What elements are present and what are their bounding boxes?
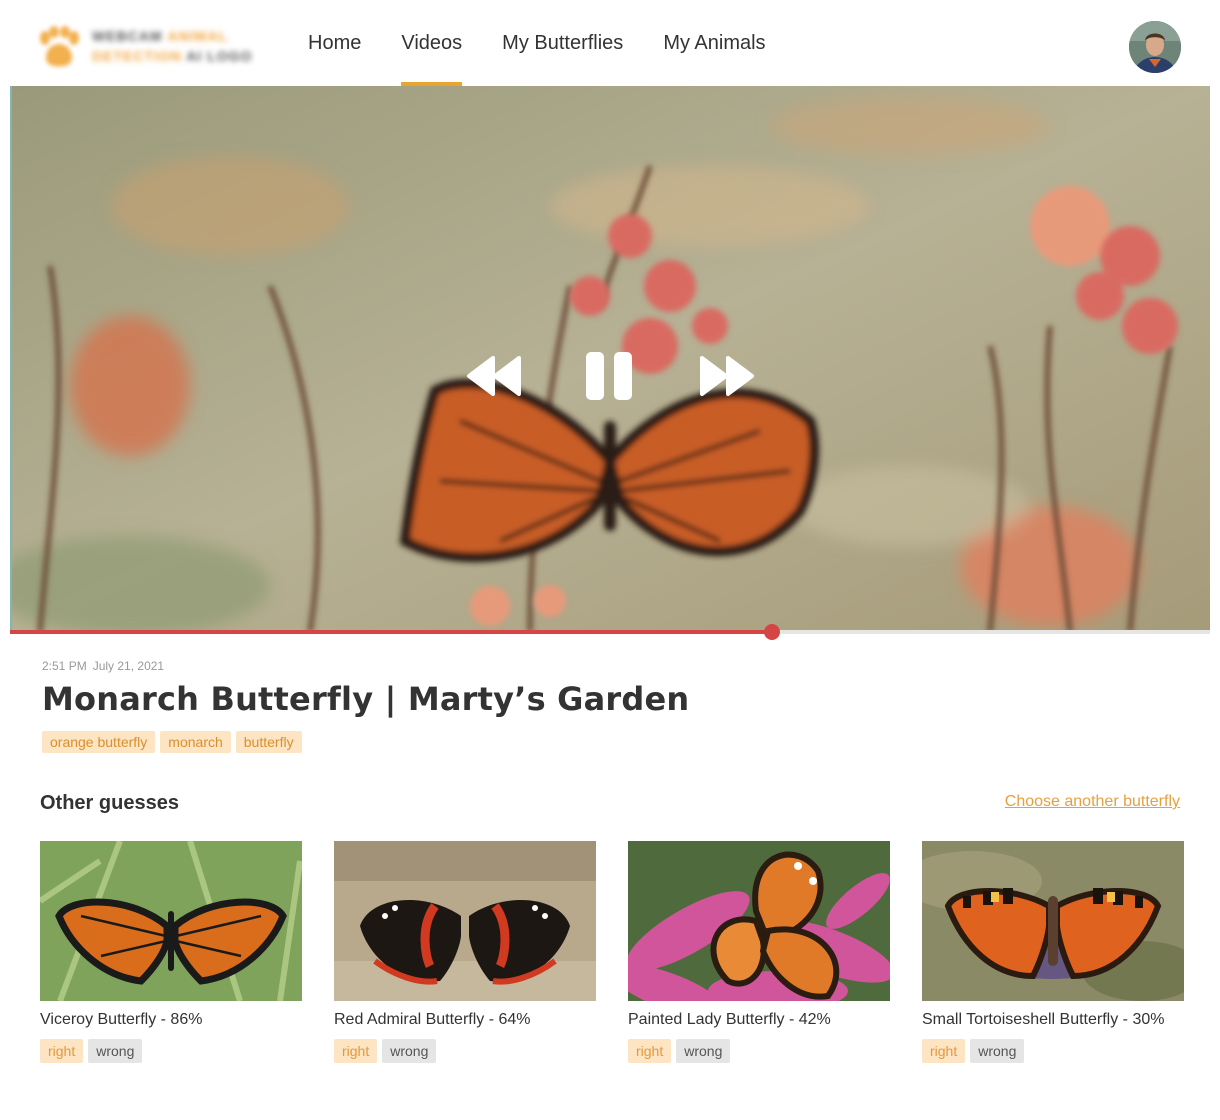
- fast-forward-icon[interactable]: [696, 354, 756, 398]
- guess-name: Red Admiral Butterfly - 64%: [334, 1011, 531, 1028]
- vote-buttons: right wrong: [40, 1039, 304, 1063]
- guess-card-red-admiral: Red Admiral Butterfly - 64% right wrong: [334, 841, 598, 1063]
- video-timestamp: 2:51 PM July 21, 2021: [42, 659, 164, 673]
- logo-word: DETECTION: [92, 48, 182, 64]
- wrong-button[interactable]: wrong: [88, 1039, 143, 1063]
- tag-monarch[interactable]: monarch: [160, 731, 231, 753]
- pause-icon[interactable]: [584, 352, 634, 400]
- guess-name: Viceroy Butterfly - 86%: [40, 1011, 203, 1028]
- paw-logo-icon: [40, 26, 79, 67]
- user-avatar[interactable]: [1129, 21, 1181, 73]
- vote-buttons: right wrong: [334, 1039, 598, 1063]
- video-time: 2:51 PM: [42, 659, 87, 673]
- guess-name: Small Tortoiseshell Butterfly - 30%: [922, 1011, 1165, 1028]
- video-progress-fill: [10, 630, 772, 634]
- user-avatar-image: [1129, 21, 1181, 73]
- video-progress-handle[interactable]: [764, 624, 780, 640]
- main-nav: Home Videos My Butterflies My Animals: [288, 0, 786, 86]
- video-controls: [10, 86, 1210, 632]
- red-admiral-butterfly-image[interactable]: [334, 841, 596, 1001]
- guess-card-viceroy: Viceroy Butterfly - 86% right wrong: [40, 841, 304, 1063]
- logo-word: WEBCAM: [92, 28, 163, 44]
- wrong-button[interactable]: wrong: [970, 1039, 1025, 1063]
- tag-orange-butterfly[interactable]: orange butterfly: [42, 731, 156, 753]
- nav-my-butterflies[interactable]: My Butterflies: [482, 0, 643, 86]
- nav-my-animals[interactable]: My Animals: [643, 0, 785, 86]
- video-progress-bar[interactable]: [10, 624, 1210, 640]
- vote-buttons: right wrong: [628, 1039, 892, 1063]
- logo-word: ANIMAL: [167, 28, 228, 44]
- wrong-button[interactable]: wrong: [382, 1039, 437, 1063]
- nav-home[interactable]: Home: [288, 0, 381, 86]
- tag-butterfly[interactable]: butterfly: [235, 731, 302, 753]
- logo[interactable]: WEBCAM ANIMAL DETECTION AI LOGO: [36, 24, 276, 70]
- viceroy-butterfly-image[interactable]: [40, 841, 302, 1001]
- video-title: Monarch Butterfly | Marty’s Garden: [42, 680, 690, 718]
- video-date: July 21, 2021: [92, 659, 165, 673]
- rewind-icon[interactable]: [465, 354, 525, 398]
- other-guesses-heading: Other guesses: [40, 792, 179, 814]
- top-header: WEBCAM ANIMAL DETECTION AI LOGO Home Vid…: [0, 0, 1220, 86]
- right-button[interactable]: right: [334, 1039, 378, 1063]
- logo-word: AI LOGO: [186, 48, 253, 64]
- right-button[interactable]: right: [922, 1039, 966, 1063]
- guess-card-painted-lady: Painted Lady Butterfly - 42% right wrong: [628, 841, 892, 1063]
- nav-videos[interactable]: Videos: [381, 0, 482, 86]
- guess-name: Painted Lady Butterfly - 42%: [628, 1011, 831, 1028]
- video-player[interactable]: [10, 86, 1210, 632]
- guess-card-small-tortoiseshell: Small Tortoiseshell Butterfly - 30% righ…: [922, 841, 1186, 1063]
- video-tags: orange butterfly monarch butterfly: [42, 731, 307, 753]
- right-button[interactable]: right: [40, 1039, 84, 1063]
- video-left-border: [10, 86, 12, 632]
- logo-text: WEBCAM ANIMAL DETECTION AI LOGO: [92, 26, 272, 66]
- small-tortoiseshell-butterfly-image[interactable]: [922, 841, 1184, 1001]
- right-button[interactable]: right: [628, 1039, 672, 1063]
- wrong-button[interactable]: wrong: [676, 1039, 731, 1063]
- painted-lady-butterfly-image[interactable]: [628, 841, 890, 1001]
- choose-another-butterfly-link[interactable]: Choose another butterfly: [1005, 793, 1180, 811]
- vote-buttons: right wrong: [922, 1039, 1186, 1063]
